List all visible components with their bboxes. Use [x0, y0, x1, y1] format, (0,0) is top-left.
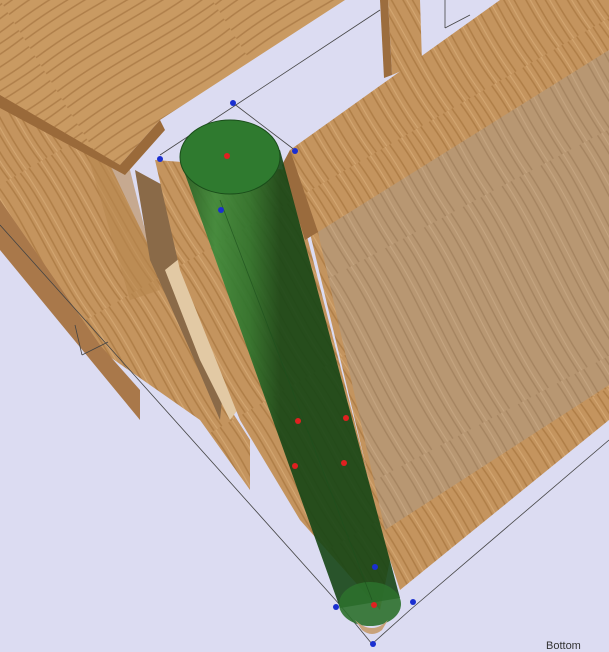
view-orientation-label: Bottom [546, 640, 581, 652]
3d-viewport[interactable] [0, 0, 609, 650]
